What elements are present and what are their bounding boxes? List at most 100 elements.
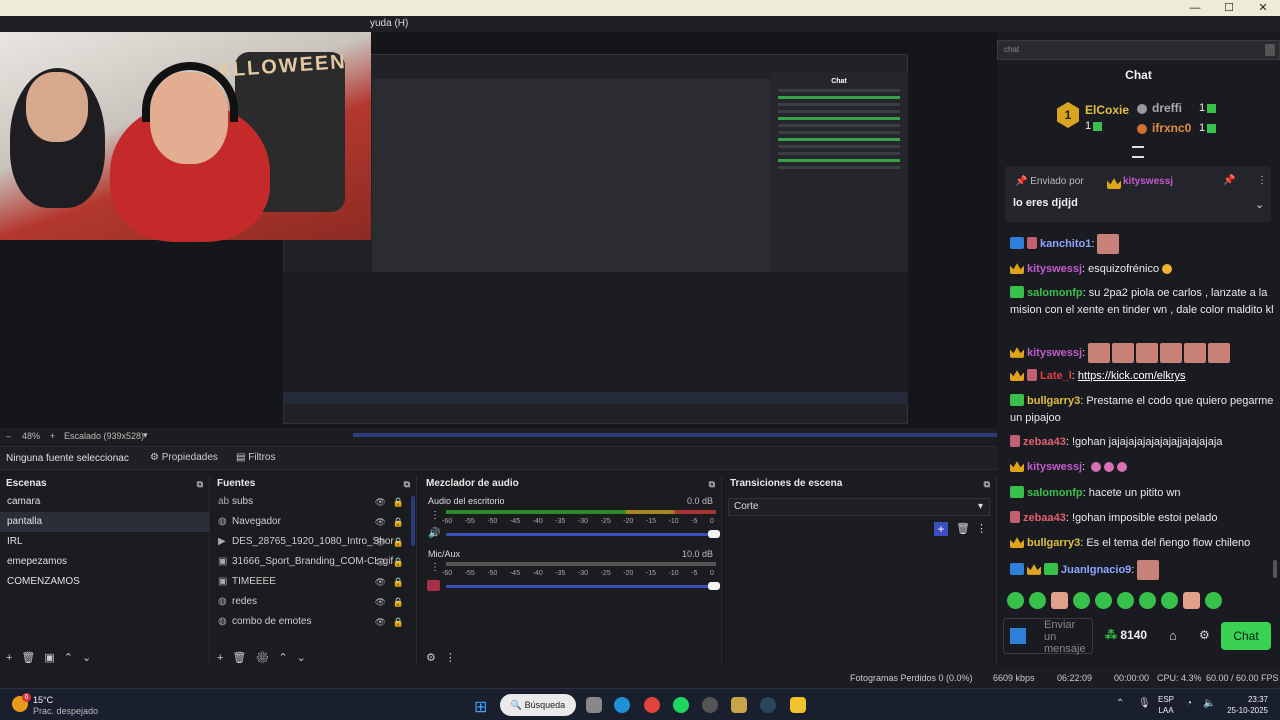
spotify-icon[interactable] bbox=[673, 697, 689, 713]
transition-select[interactable]: Corte ▾ bbox=[728, 498, 990, 516]
visibility-icon[interactable]: 👁 bbox=[375, 592, 386, 612]
mixer-toolbar[interactable]: ⚙⋮ bbox=[426, 651, 465, 664]
task-view-icon[interactable] bbox=[586, 697, 602, 713]
leader-name[interactable]: dreffi bbox=[1152, 101, 1182, 115]
emote-button[interactable] bbox=[1205, 592, 1222, 609]
source-item[interactable]: ▣ 31666_Sport_Branding_COM-CL.gif 👁 🔒 bbox=[211, 552, 416, 572]
visibility-icon[interactable]: 👁 bbox=[375, 612, 386, 632]
chat-link[interactable]: https://kick.com/elkrys bbox=[1078, 370, 1186, 382]
lock-icon[interactable]: 🔒 bbox=[393, 512, 404, 532]
scene-item[interactable]: COMENZAMOS bbox=[0, 572, 209, 592]
visibility-icon[interactable]: 👁 bbox=[375, 572, 386, 592]
emote-button[interactable] bbox=[1007, 592, 1024, 609]
network-icon[interactable]: ◔ bbox=[1186, 698, 1192, 709]
minimize-button[interactable]: — bbox=[1178, 0, 1212, 16]
lock-icon[interactable]: 🔒 bbox=[393, 552, 404, 572]
language-indicator[interactable]: ESP LAA bbox=[1158, 694, 1174, 716]
lock-icon[interactable]: 🔒 bbox=[393, 592, 404, 612]
pinned-user[interactable]: kityswessj bbox=[1123, 176, 1173, 187]
chrome-icon[interactable] bbox=[644, 697, 660, 713]
source-item[interactable]: ▣ TIMEEEE 👁 🔒 bbox=[211, 572, 416, 592]
scene-item[interactable]: IRL bbox=[0, 532, 209, 552]
source-item[interactable]: ▶ DES_28765_1920_1080_Intro_Shor 👁 🔒 bbox=[211, 532, 416, 552]
close-button[interactable]: ✕ bbox=[1246, 0, 1280, 16]
emote-button[interactable] bbox=[1029, 592, 1046, 609]
remove-transition-button[interactable]: 🗑 bbox=[956, 522, 970, 535]
start-icon[interactable]: ⊞ bbox=[474, 697, 487, 717]
clock[interactable]: 23:37 25-10-2025 bbox=[1222, 694, 1268, 716]
visibility-icon[interactable]: 👁 bbox=[375, 532, 386, 552]
leader-name[interactable]: ifrxnc0 bbox=[1152, 121, 1191, 135]
zoom-in-button[interactable]: + bbox=[50, 431, 55, 441]
zoom-out-button[interactable]: – bbox=[6, 431, 11, 441]
emote-button[interactable] bbox=[1161, 592, 1178, 609]
visibility-icon[interactable]: 👁 bbox=[375, 512, 386, 532]
chat-message-input[interactable]: Enviar un mensaje bbox=[1003, 618, 1093, 655]
more-icon[interactable]: ⋮ bbox=[1257, 175, 1267, 186]
dock-options-icon[interactable]: ⧉ bbox=[709, 476, 715, 492]
emote-button[interactable] bbox=[1073, 592, 1090, 609]
volume-icon[interactable]: 🔈 bbox=[1203, 698, 1215, 709]
store-icon[interactable]: ⌂ bbox=[1169, 628, 1177, 643]
emote-button[interactable] bbox=[1051, 592, 1068, 609]
scene-item[interactable]: emepezamos bbox=[0, 552, 209, 572]
tray-chevron-icon[interactable]: ⌃ bbox=[1116, 698, 1124, 709]
chevron-down-icon[interactable]: ⌄ bbox=[1255, 198, 1264, 211]
expand-leaderboard-icon[interactable] bbox=[1132, 146, 1144, 158]
visibility-icon[interactable]: 👁 bbox=[375, 552, 386, 572]
mic-muted-icon[interactable] bbox=[427, 580, 440, 591]
scene-item-selected[interactable]: pantalla bbox=[0, 512, 209, 532]
dock-options-icon[interactable]: ⧉ bbox=[404, 476, 410, 492]
taskbar-search[interactable]: 🔍 Búsqueda bbox=[500, 694, 576, 716]
edge-icon[interactable] bbox=[614, 697, 630, 713]
channel-menu-icon[interactable]: ⋮ bbox=[430, 510, 440, 521]
source-item[interactable]: ◍ combo de emotes 👁 🔒 bbox=[211, 612, 416, 632]
gear-icon[interactable]: ⚙ bbox=[1199, 628, 1210, 642]
visibility-icon[interactable]: 👁 bbox=[375, 492, 386, 512]
emote-button[interactable] bbox=[1117, 592, 1134, 609]
scenes-toolbar[interactable]: +🗑▣⌃⌄ bbox=[6, 651, 100, 664]
folder-icon[interactable] bbox=[790, 697, 806, 713]
app-icon[interactable] bbox=[731, 697, 747, 713]
slider-knob[interactable] bbox=[708, 530, 720, 538]
source-item[interactable]: ab subs 👁 🔒 bbox=[211, 492, 416, 512]
lock-icon[interactable]: 🔒 bbox=[393, 532, 404, 552]
pin-icon[interactable]: 📌 bbox=[1223, 175, 1235, 186]
chat-url-field[interactable]: chat bbox=[997, 40, 1280, 60]
volume-slider[interactable] bbox=[446, 530, 720, 538]
emote-button[interactable] bbox=[1095, 592, 1112, 609]
preview-scrollbar[interactable] bbox=[353, 433, 997, 437]
obs-icon[interactable] bbox=[702, 697, 718, 713]
dock-options-icon[interactable]: ⧉ bbox=[197, 476, 203, 492]
add-transition-button[interactable]: + bbox=[934, 522, 948, 536]
properties-button[interactable]: ⚙ Propiedades bbox=[150, 452, 218, 463]
mic-icon[interactable]: 🎙 bbox=[1138, 698, 1151, 709]
sources-scrollbar[interactable] bbox=[411, 496, 415, 546]
source-item[interactable]: ◍ redes 👁 🔒 bbox=[211, 592, 416, 612]
speaker-icon[interactable]: 🔊 bbox=[428, 528, 440, 539]
send-chat-button[interactable]: Chat bbox=[1221, 622, 1271, 650]
filters-button[interactable]: ▤ Filtros bbox=[236, 452, 275, 463]
channel-menu-icon[interactable]: ⋮ bbox=[430, 562, 440, 573]
scale-dropdown-icon[interactable]: ▾ bbox=[143, 430, 148, 441]
lock-icon[interactable]: 🔒 bbox=[393, 572, 404, 592]
slider-knob[interactable] bbox=[708, 582, 720, 590]
chat-close-icon[interactable] bbox=[1265, 44, 1275, 56]
source-item[interactable]: ◍ Navegador 👁 🔒 bbox=[211, 512, 416, 532]
steam-icon[interactable] bbox=[760, 697, 776, 713]
emote-button[interactable] bbox=[1139, 592, 1156, 609]
lock-icon[interactable]: 🔒 bbox=[393, 492, 404, 512]
chat-scrollbar[interactable] bbox=[1273, 560, 1277, 578]
leader-name[interactable]: ElCoxie bbox=[1085, 103, 1129, 117]
channel-points[interactable]: ⁂ 8140 bbox=[1105, 628, 1147, 642]
lock-icon[interactable]: 🔒 bbox=[393, 612, 404, 632]
volume-slider[interactable] bbox=[446, 582, 720, 590]
maximize-button[interactable]: ☐ bbox=[1212, 0, 1246, 16]
preview-canvas[interactable]: Chat HALLOWEEN bbox=[0, 32, 997, 428]
menu-help[interactable]: yuda (H) bbox=[370, 16, 408, 32]
dock-options-icon[interactable]: ⧉ bbox=[984, 476, 990, 492]
transition-menu-icon[interactable]: ⋮ bbox=[976, 522, 987, 535]
scene-item[interactable]: camara bbox=[0, 492, 209, 512]
sources-toolbar[interactable]: +🗑⚙⌃⌄ bbox=[217, 651, 315, 664]
emote-button[interactable] bbox=[1183, 592, 1200, 609]
